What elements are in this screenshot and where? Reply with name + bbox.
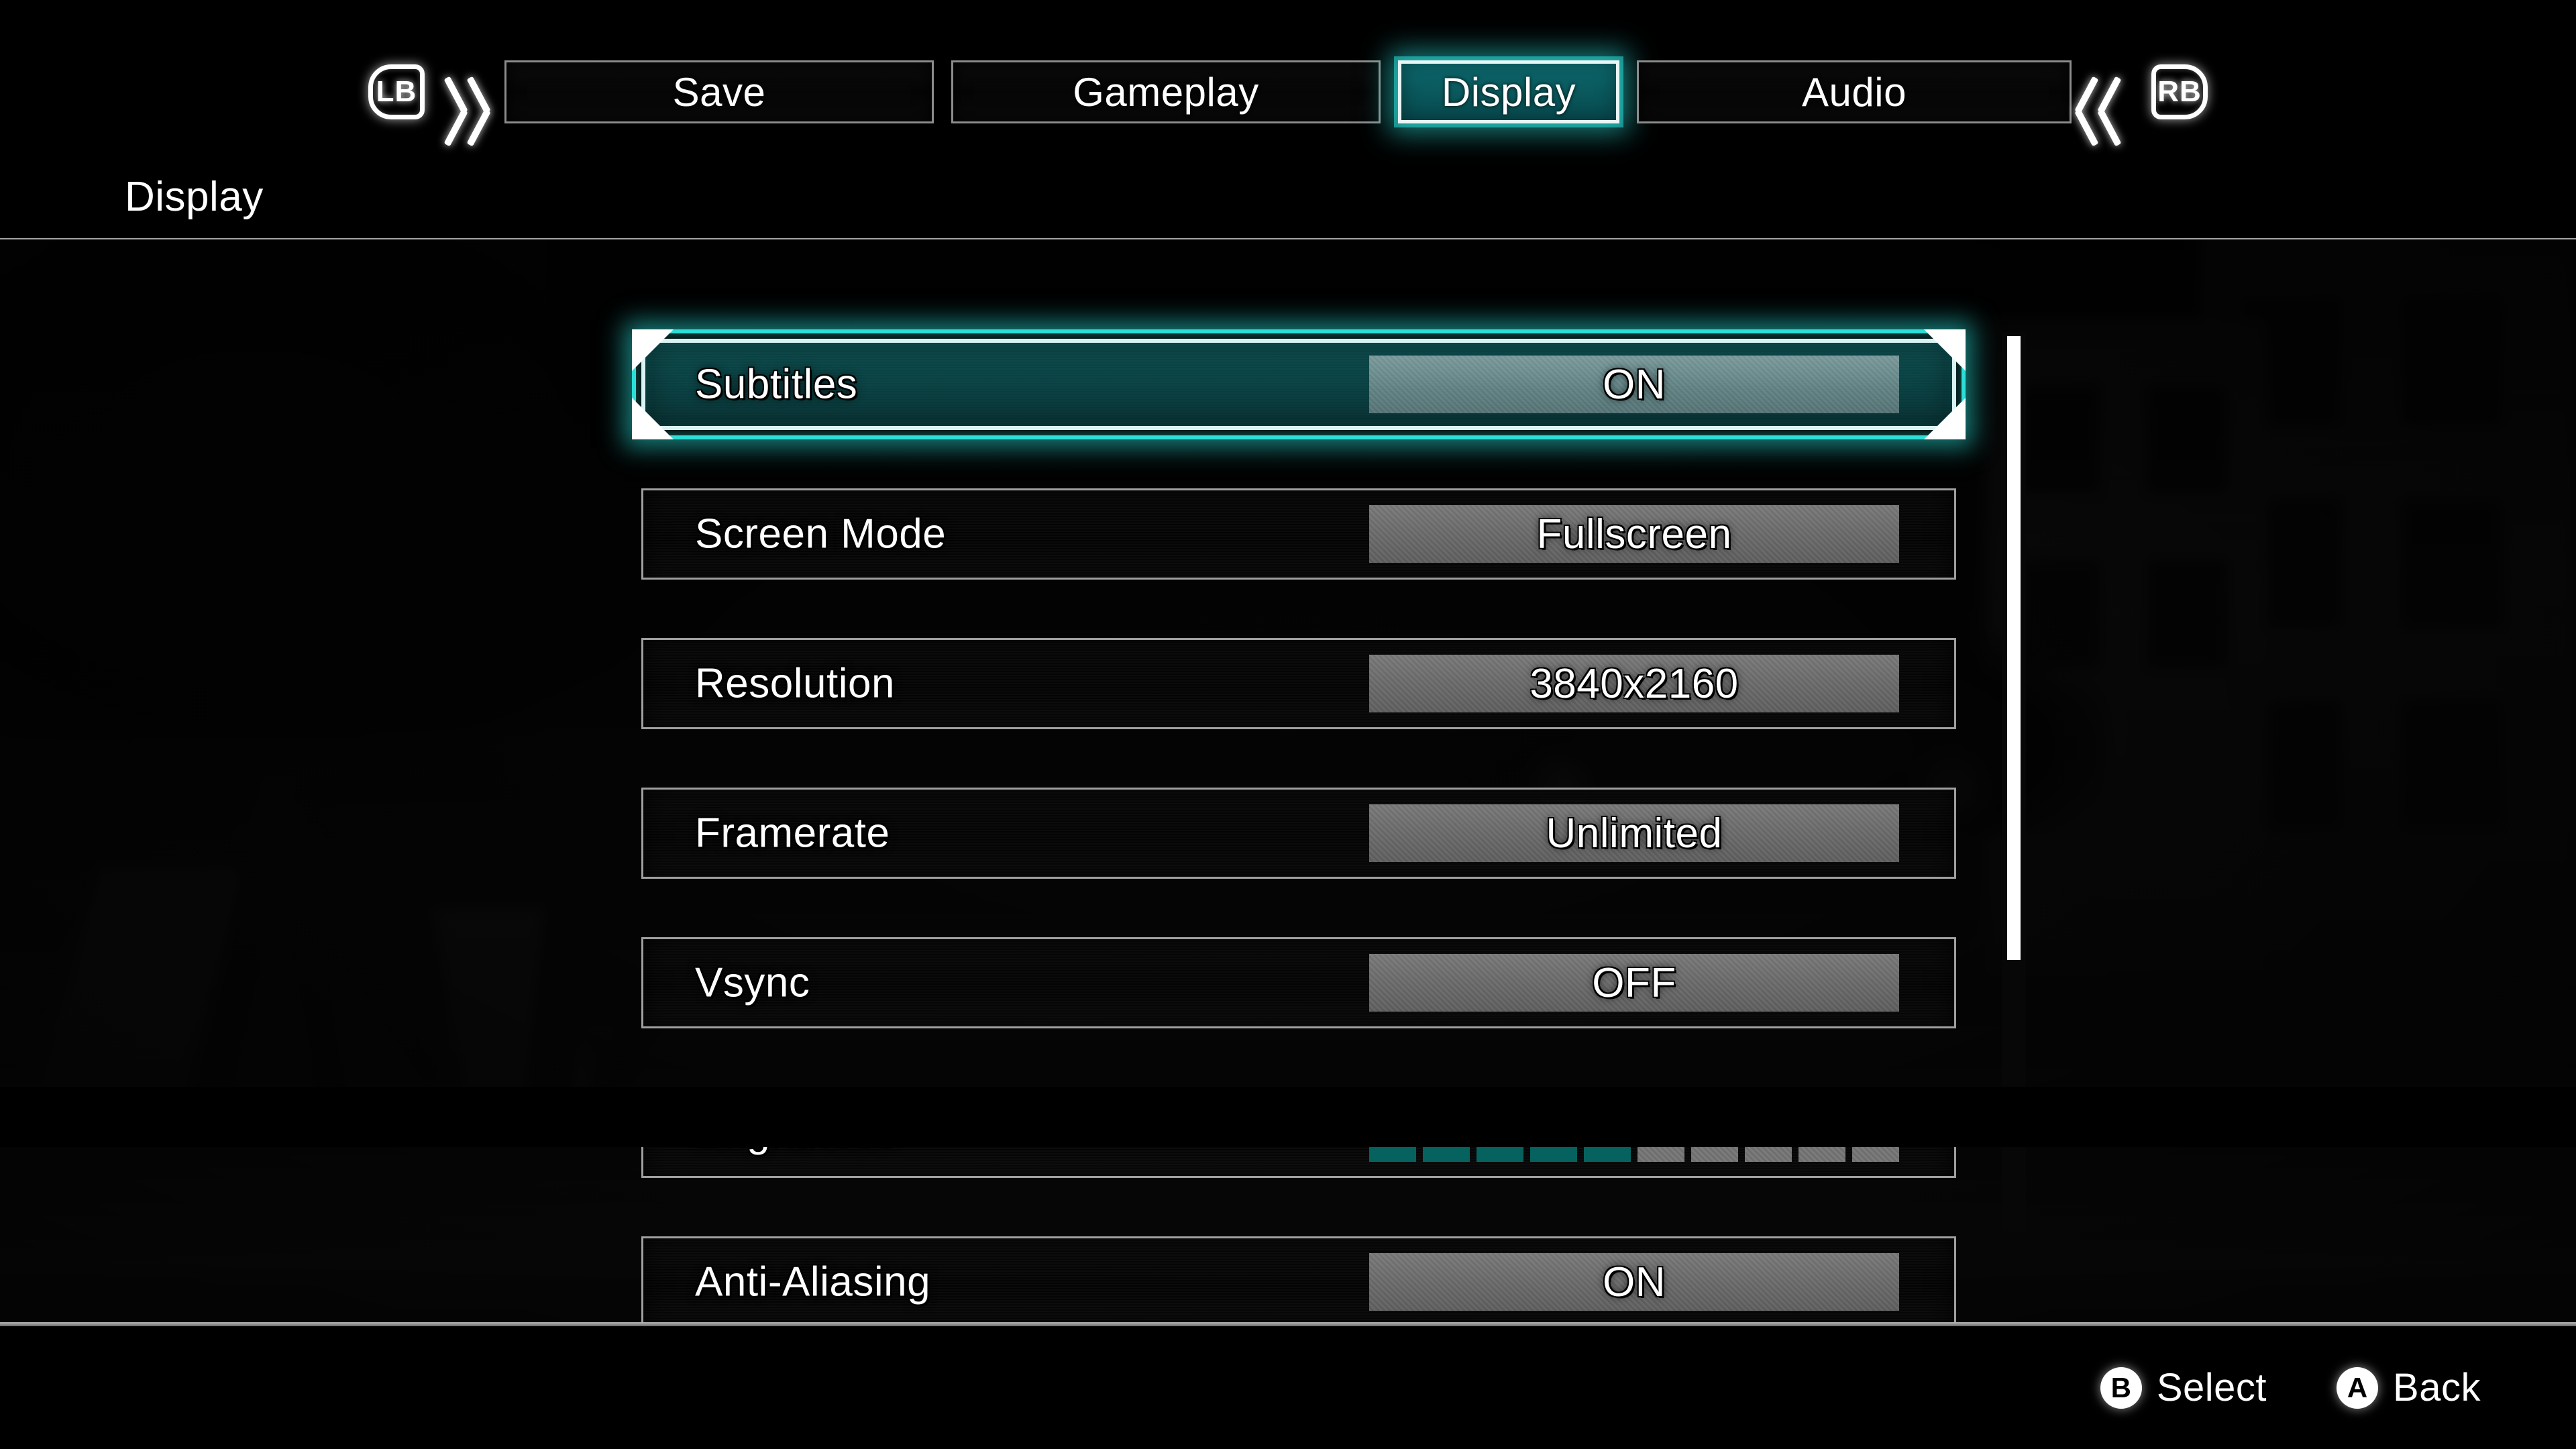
page-title: Display	[125, 174, 264, 220]
option-value: Unlimited	[1546, 810, 1723, 857]
option-value: 3840x2160	[1529, 660, 1739, 707]
a-button-icon: A	[2337, 1366, 2379, 1409]
tab-display-label: Display	[1441, 69, 1576, 115]
option-value-box[interactable]: Fullscreen	[1369, 505, 1899, 563]
hint-back[interactable]: A Back	[2337, 1365, 2481, 1410]
rb-bumper-label: RB	[2157, 75, 2202, 108]
option-label: Anti-Aliasing	[695, 1258, 931, 1305]
hint-select[interactable]: B Select	[2100, 1365, 2267, 1410]
option-value-box[interactable]: Unlimited	[1369, 804, 1899, 862]
option-row-subtitles[interactable]: Subtitles ON	[632, 329, 1966, 439]
tab-gameplay[interactable]: Gameplay	[951, 60, 1381, 123]
list-clip-mask	[0, 1087, 2576, 1147]
tab-gameplay-label: Gameplay	[1073, 69, 1259, 115]
option-row-screen-mode[interactable]: Screen Mode Fullscreen	[641, 488, 1956, 580]
option-row-framerate[interactable]: Framerate Unlimited	[641, 788, 1956, 879]
lb-bumper-icon[interactable]: LB	[362, 62, 431, 122]
option-value: ON	[1603, 1258, 1666, 1305]
option-value: ON	[1603, 361, 1666, 408]
tab-bar: LB Save Gameplay Display Audio RB	[0, 52, 2576, 147]
b-button-icon: B	[2100, 1366, 2142, 1409]
options-list: Subtitles ON Screen Mode Fullscreen Reso…	[0, 238, 2576, 1328]
double-chevron-right-icon[interactable]	[2074, 62, 2145, 147]
top-bar: LB Save Gameplay Display Audio RB Displa…	[0, 0, 2576, 238]
option-value: OFF	[1592, 959, 1676, 1006]
option-label: Resolution	[695, 660, 895, 707]
tab-audio[interactable]: Audio	[1637, 60, 2072, 123]
scrollbar-thumb[interactable]	[2007, 336, 2021, 960]
tab-display[interactable]: Display	[1398, 60, 1619, 123]
option-label: Vsync	[695, 959, 810, 1006]
option-row-resolution[interactable]: Resolution 3840x2160	[641, 638, 1956, 729]
option-value-box[interactable]: ON	[1369, 1253, 1899, 1311]
footer-hints: B Select A Back	[0, 1326, 2576, 1449]
option-value: Fullscreen	[1536, 511, 1732, 557]
tab-audio-label: Audio	[1802, 69, 1907, 115]
option-value-box[interactable]: OFF	[1369, 954, 1899, 1012]
option-label: Subtitles	[695, 361, 858, 408]
lb-bumper-label: LB	[376, 75, 417, 108]
double-chevron-left-icon[interactable]	[431, 62, 496, 147]
option-value-box[interactable]: 3840x2160	[1369, 655, 1899, 712]
option-value-box[interactable]: ON	[1369, 356, 1899, 413]
settings-screen: LB Save Gameplay Display Audio RB Displa…	[0, 0, 2576, 1449]
tab-save[interactable]: Save	[504, 60, 934, 123]
option-label: Framerate	[695, 810, 890, 857]
option-row-anti-aliasing[interactable]: Anti-Aliasing ON	[641, 1236, 1956, 1328]
hint-select-label: Select	[2156, 1366, 2267, 1409]
rb-bumper-icon[interactable]: RB	[2145, 62, 2214, 122]
option-row-vsync[interactable]: Vsync OFF	[641, 937, 1956, 1028]
tab-save-label: Save	[672, 69, 766, 115]
hint-back-label: Back	[2393, 1366, 2481, 1409]
option-label: Screen Mode	[695, 511, 947, 557]
